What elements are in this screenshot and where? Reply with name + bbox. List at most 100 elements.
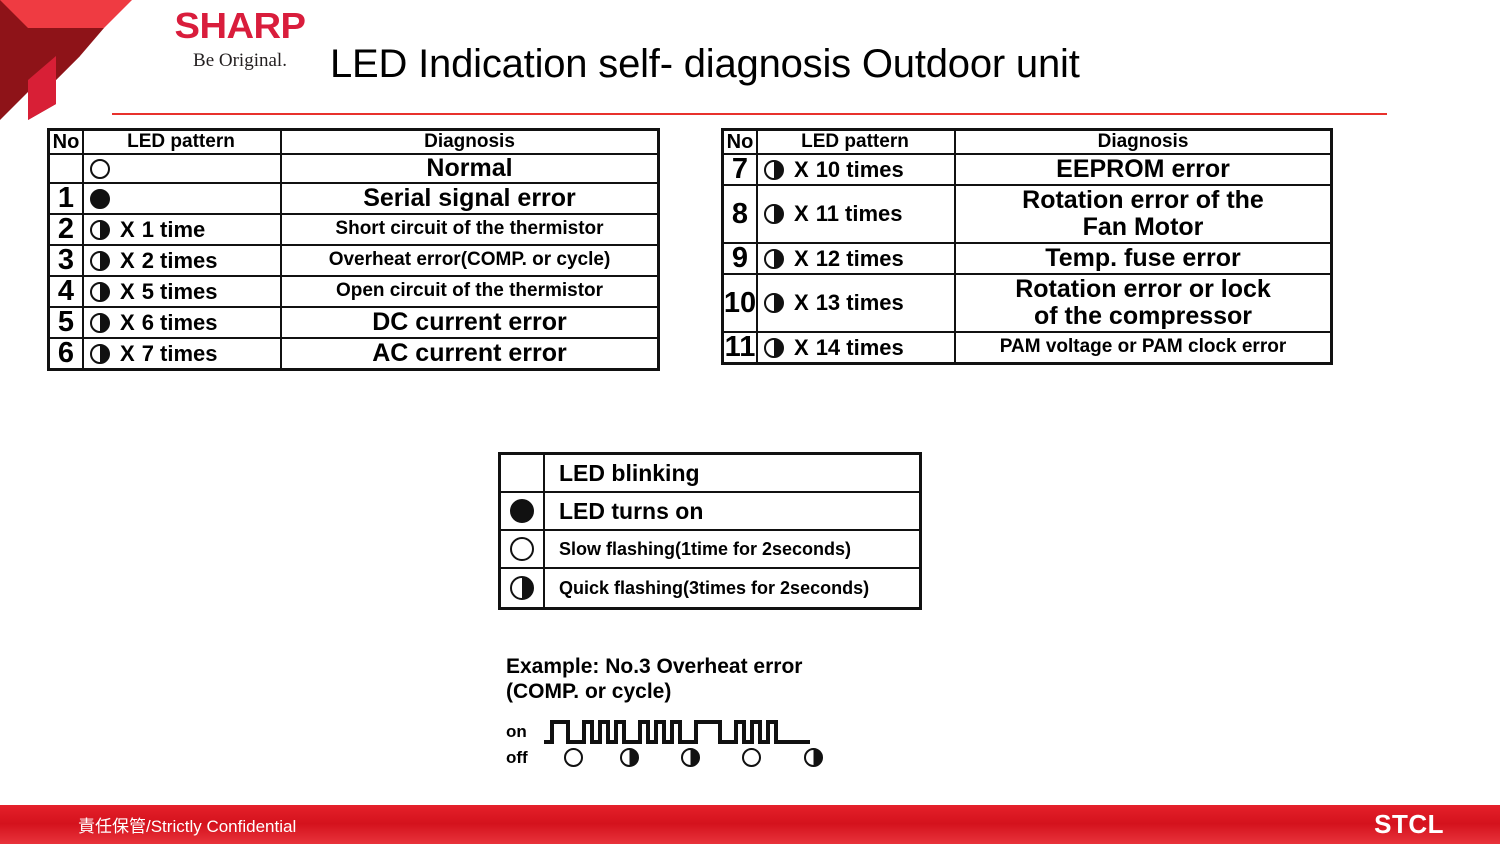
footer-bar: 責任保管/Strictly Confidential STCL xyxy=(0,805,1500,844)
multiplier-symbol: X xyxy=(120,340,135,366)
cell-blink-count: 14 times xyxy=(815,334,904,360)
example-block: Example: No.3 Overheat error (COMP. or c… xyxy=(506,655,936,774)
table-row: 3X2 times Overheat error(COMP. or cycle) xyxy=(50,246,657,277)
cell-diagnosis: PAM voltage or PAM clock error xyxy=(999,336,1287,358)
legend-row: Quick flashing(3times for 2seconds) xyxy=(501,569,919,607)
led-half-icon xyxy=(764,248,784,269)
table-row: 10 X 13 times Rotation error or lock of the … xyxy=(724,275,1330,333)
col-header-no: No xyxy=(724,131,758,153)
axis-label-on: on xyxy=(506,722,527,742)
cell-led-pattern: X2 times xyxy=(84,246,282,275)
legend-icon-cell xyxy=(501,531,545,567)
multiplier-symbol: X xyxy=(120,216,135,242)
sharp-tagline: Be Original. xyxy=(193,50,287,71)
cell-led-pattern: X 10 times xyxy=(758,155,956,184)
multiplier-symbol: X xyxy=(120,309,135,335)
legend-label: LED blinking xyxy=(559,459,700,486)
cell-row-number: 10 xyxy=(724,275,758,331)
led-half-icon xyxy=(90,219,110,240)
legend-row: Slow flashing(1time for 2seconds) xyxy=(501,531,919,569)
title-divider xyxy=(112,113,1387,115)
cell-row-number: 11 xyxy=(724,333,758,362)
table-row: 11 X 14 times PAM voltage or PAM clock erro… xyxy=(724,333,1330,362)
led-half-icon xyxy=(90,281,110,302)
table-row: 4X5 times Open circuit of the thermistor xyxy=(50,277,657,308)
waveform-svg xyxy=(544,720,810,745)
cell-row-number: 9 xyxy=(724,244,758,273)
led-full-icon xyxy=(510,499,534,523)
cell-row-number: 3 xyxy=(50,246,84,275)
diagnosis-table-right: No LED pattern Diagnosis 7 X 10 times EEPROM e… xyxy=(721,128,1333,365)
cell-led-pattern: X1 time xyxy=(84,215,282,244)
legend-icon-cell xyxy=(501,569,545,607)
multiplier-symbol: X xyxy=(794,334,809,360)
multiplier-symbol: X xyxy=(794,156,809,182)
legend-row: LED blinking xyxy=(501,455,919,493)
table-header-row: No LED pattern Diagnosis xyxy=(724,131,1330,155)
led-open-icon xyxy=(564,748,583,768)
led-half-icon xyxy=(90,343,110,364)
cell-row-number xyxy=(50,155,84,182)
legend-label: Slow flashing(1time for 2seconds) xyxy=(559,538,852,559)
led-open-icon xyxy=(510,537,534,561)
cell-blink-count: 5 times xyxy=(141,278,218,304)
led-open-icon xyxy=(742,748,761,768)
cell-blink-count: 1 time xyxy=(141,216,206,242)
cell-row-number: 1 xyxy=(50,184,84,213)
waveform-marker xyxy=(564,748,583,768)
cell-row-number: 5 xyxy=(50,308,84,337)
cell-led-pattern: X 11 times xyxy=(758,186,956,242)
col-header-led-pattern: LED pattern xyxy=(758,131,956,153)
cell-blink-count: 11 times xyxy=(815,201,903,226)
cell-row-number: 2 xyxy=(50,215,84,244)
cell-diagnosis: Normal xyxy=(426,154,513,182)
cell-blink-count: 6 times xyxy=(141,309,218,335)
multiplier-symbol: X xyxy=(794,201,809,226)
waveform-axis-labels: on off xyxy=(506,719,542,772)
led-full-icon xyxy=(90,188,110,209)
col-header-led-pattern: LED pattern xyxy=(84,131,282,153)
cell-diagnosis: Rotation error of the Fan Motor xyxy=(1022,186,1264,241)
cell-diagnosis: Open circuit of the thermistor xyxy=(335,280,604,302)
led-open-icon xyxy=(90,158,110,179)
cell-blink-count: 7 times xyxy=(141,340,218,366)
footer-unit-code: STCL xyxy=(1374,809,1444,839)
page-title: LED Indication self- diagnosis Outdoor u… xyxy=(330,42,1080,86)
cell-led-pattern: X5 times xyxy=(84,277,282,306)
table-row: 1 Serial signal error xyxy=(50,184,657,215)
led-half-icon xyxy=(620,748,639,768)
slide-canvas: SHARP Be Original. LED Indication self- … xyxy=(0,0,1500,844)
table-row: 5 X6 times DC current error xyxy=(50,308,657,339)
led-half-icon xyxy=(90,250,110,271)
diagnosis-table-left: No LED pattern Diagnosis Normal 1 Serial sign… xyxy=(47,128,660,371)
legend-icon-cell xyxy=(501,455,545,491)
waveform-marker xyxy=(620,748,639,768)
waveform-marker xyxy=(681,748,700,768)
cell-diagnosis: DC current error xyxy=(372,308,567,336)
col-header-diagnosis: Diagnosis xyxy=(1097,130,1189,152)
table-row: Normal xyxy=(50,155,657,184)
cell-led-pattern: X 12 times xyxy=(758,244,956,273)
footer-confidential-text: 責任保管/Strictly Confidential xyxy=(78,817,297,836)
axis-label-off: off xyxy=(506,748,528,768)
led-half-icon xyxy=(804,748,823,768)
table-row: 7 X 10 times EEPROM error xyxy=(724,155,1330,186)
cell-blink-count: 2 times xyxy=(141,247,218,273)
cell-led-pattern xyxy=(84,184,282,213)
example-title: Example: No.3 Overheat error (COMP. or c… xyxy=(506,655,803,703)
cell-blink-count: 10 times xyxy=(815,156,904,182)
legend-label: LED turns on xyxy=(559,497,704,524)
multiplier-symbol: X xyxy=(794,245,809,271)
table-row: 6X7 times AC current error xyxy=(50,339,657,368)
led-half-icon xyxy=(90,312,110,333)
cell-led-pattern: X 13 times xyxy=(758,275,956,331)
cell-diagnosis: Serial signal error xyxy=(363,184,576,212)
cell-row-number: 6 xyxy=(50,339,84,368)
brand-logo: SHARP Be Original. xyxy=(140,8,340,71)
led-half-icon xyxy=(510,576,534,600)
cell-blink-count: 13 times xyxy=(815,290,904,315)
led-half-icon xyxy=(764,159,784,180)
multiplier-symbol: X xyxy=(120,278,135,304)
cell-row-number: 7 xyxy=(724,155,758,184)
cell-row-number: 8 xyxy=(724,186,758,242)
